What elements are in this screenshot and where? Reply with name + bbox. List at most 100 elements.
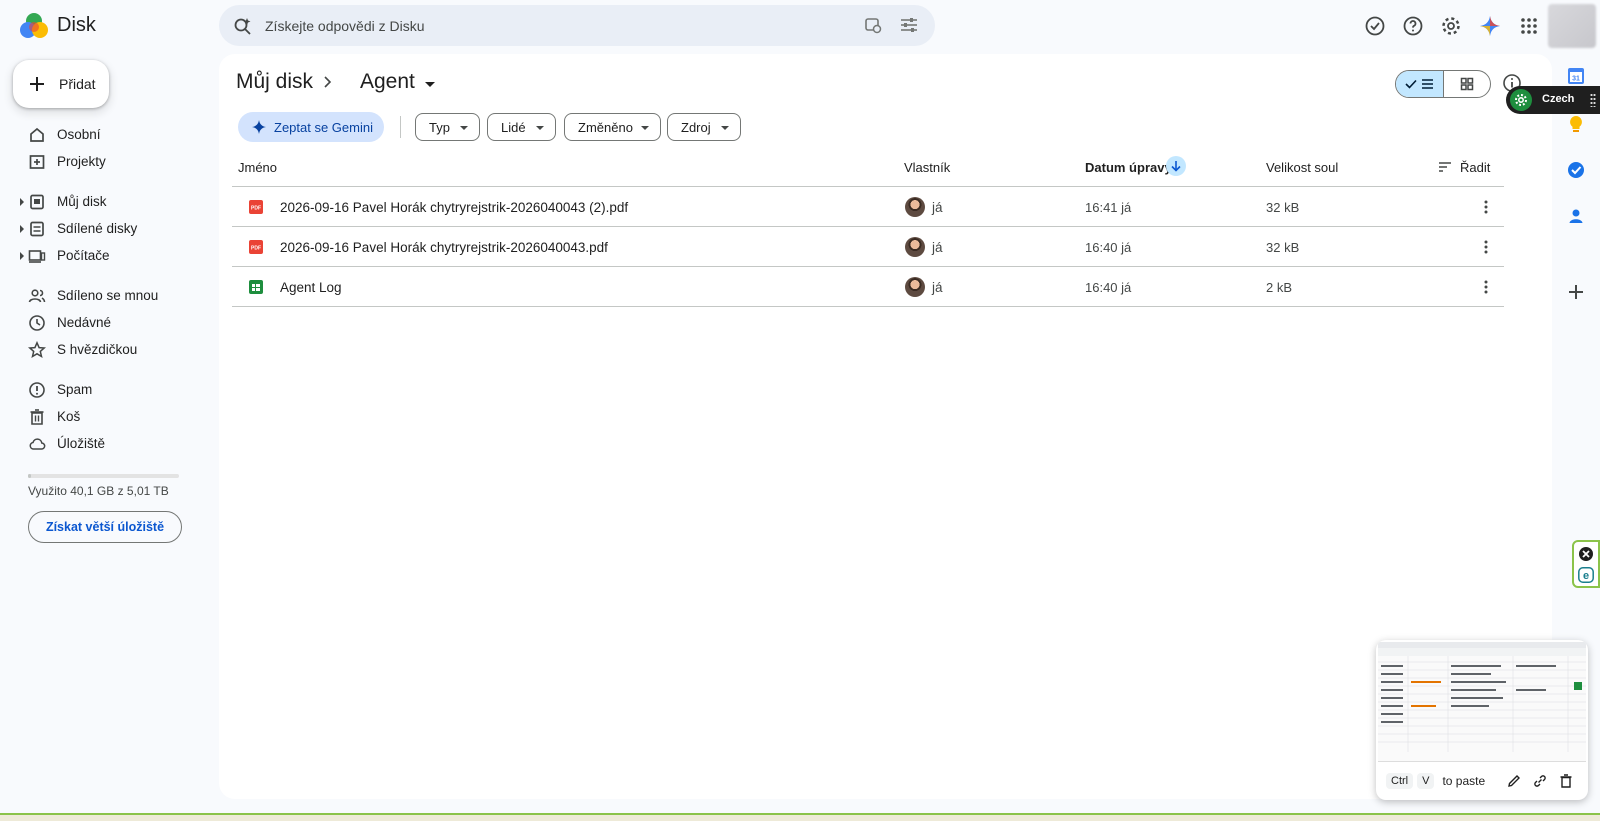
search-input[interactable]: [265, 5, 825, 46]
file-size: 32 kB: [1266, 200, 1300, 215]
column-header-name[interactable]: Jméno: [238, 160, 277, 175]
dropdown-arrow-icon: [641, 126, 649, 130]
keep-icon[interactable]: [1566, 114, 1586, 134]
close-circle-icon[interactable]: [1578, 546, 1594, 562]
contacts-icon[interactable]: [1566, 206, 1586, 226]
ask-gemini-button[interactable]: Zeptat se Gemini: [238, 112, 384, 142]
link-icon[interactable]: [1532, 773, 1548, 789]
sidebar-item-home[interactable]: Osobní: [0, 122, 215, 148]
modified-date: 16:40 já: [1085, 280, 1132, 295]
sidebar-item-recent[interactable]: Nedávné: [0, 310, 215, 336]
sidebar-item-shared-with-me[interactable]: Sdíleno se mnou: [0, 283, 215, 309]
more-vert-icon[interactable]: [1478, 239, 1494, 255]
sidebar-item-label: Osobní: [57, 127, 101, 142]
sidebar-item-trash[interactable]: Koš: [0, 404, 215, 430]
expand-caret-icon[interactable]: [20, 225, 24, 233]
grid-view-icon: [1460, 77, 1473, 91]
help-icon[interactable]: [1401, 14, 1425, 38]
grid-view-button[interactable]: [1444, 71, 1491, 97]
sort-descending-icon[interactable]: [1166, 156, 1186, 176]
add-app-plus-icon[interactable]: [1566, 282, 1586, 302]
filter-modified-chip[interactable]: Změněno: [564, 113, 661, 141]
sidebar-item-projects[interactable]: Projekty: [0, 149, 215, 175]
filter-source-chip[interactable]: Zdroj: [667, 113, 741, 141]
list-view-button[interactable]: [1396, 71, 1444, 97]
calendar-icon[interactable]: 31: [1566, 66, 1586, 86]
view-toggle: [1395, 70, 1491, 98]
modified-date: 16:40 já: [1085, 240, 1132, 255]
sidebar-item-label: Koš: [57, 409, 81, 424]
search-options-icon[interactable]: [863, 15, 883, 35]
translator-gear-icon: [1510, 89, 1532, 111]
offline-ready-icon[interactable]: [1363, 14, 1387, 38]
language-extension-badge[interactable]: Czech: [1506, 86, 1600, 114]
extension-e-icon[interactable]: e: [1578, 567, 1594, 583]
more-vert-icon[interactable]: [1478, 279, 1494, 295]
table-row[interactable]: PDF 2026-09-16 Pavel Horák chytryrejstri…: [232, 227, 1504, 267]
chevron-right-icon: [324, 76, 332, 88]
expand-caret-icon[interactable]: [20, 198, 24, 206]
breadcrumb-root[interactable]: Můj disk: [236, 70, 313, 94]
gemini-sparkle-icon[interactable]: [1478, 14, 1502, 38]
sidebar-item-label: Úložiště: [57, 436, 106, 451]
more-vert-icon[interactable]: [1478, 199, 1494, 215]
star-icon: [28, 341, 46, 359]
plus-icon: [30, 77, 44, 91]
expand-caret-icon[interactable]: [20, 252, 24, 260]
owner-avatar: [905, 277, 925, 297]
gemini-star-icon: [252, 120, 266, 134]
taskbar-strip: [0, 813, 1600, 821]
sort-lines-icon[interactable]: [1438, 161, 1452, 173]
calendar-day: 31: [1572, 76, 1580, 83]
drag-handle-icon[interactable]: [1590, 93, 1596, 107]
sidebar-item-shared-drives[interactable]: Sdílené disky: [0, 216, 215, 242]
sort-menu-button[interactable]: Řadit: [1460, 160, 1490, 175]
spam-icon: [29, 382, 45, 398]
sidebar-item-label: Nedávné: [57, 315, 112, 330]
filter-people-chip[interactable]: Lidé: [487, 113, 556, 141]
table-row[interactable]: Agent Log já 16:40 já 2 kB: [232, 267, 1504, 307]
table-row[interactable]: PDF 2026-09-16 Pavel Horák chytryrejstri…: [232, 187, 1504, 227]
account-avatar[interactable]: [1548, 4, 1596, 48]
edit-pencil-icon[interactable]: [1506, 773, 1522, 789]
get-more-storage-button[interactable]: Získat větší úložiště: [28, 511, 182, 543]
clipboard-popup[interactable]: Ctrl V to paste: [1376, 640, 1588, 800]
filter-type-chip[interactable]: Typ: [415, 113, 480, 141]
dropdown-arrow-icon: [721, 126, 729, 130]
search-filters-icon[interactable]: [899, 15, 919, 35]
toolbar-divider: [400, 116, 401, 138]
computers-icon: [28, 250, 46, 263]
clipboard-screenshot-thumbnail[interactable]: [1378, 642, 1586, 762]
search-spark-icon[interactable]: [233, 16, 253, 36]
clipboard-actions: Ctrl V to paste: [1376, 762, 1588, 800]
delete-trash-icon[interactable]: [1558, 773, 1574, 789]
app-brand[interactable]: Disk: [57, 14, 96, 37]
sidebar-item-label: Spam: [57, 382, 93, 397]
folder-menu-caret-icon[interactable]: [425, 82, 435, 87]
column-header-owner[interactable]: Vlastník: [904, 160, 950, 175]
sidebar-item-starred[interactable]: S hvězdičkou: [0, 337, 215, 363]
file-name: 2026-09-16 Pavel Horák chytryrejstrik-20…: [280, 240, 608, 255]
settings-gear-icon[interactable]: [1439, 14, 1463, 38]
sidebar-item-label: Sdíleno se mnou: [57, 288, 159, 303]
trash-icon: [30, 409, 44, 425]
breadcrumb-current[interactable]: Agent: [360, 70, 415, 94]
sidebar-item-label: S hvězdičkou: [57, 342, 138, 357]
owner-avatar: [905, 197, 925, 217]
column-header-modified[interactable]: Datum úpravy: [1085, 160, 1172, 175]
people-icon: [28, 289, 46, 303]
sidebar-item-my-drive[interactable]: Můj disk: [0, 189, 215, 215]
pdf-file-icon: PDF: [249, 240, 263, 254]
drive-logo-icon[interactable]: [18, 10, 50, 42]
sidebar-item-storage[interactable]: Úložiště: [0, 431, 215, 457]
sidebar-item-spam[interactable]: Spam: [0, 377, 215, 403]
column-header-size[interactable]: Velikost soul: [1266, 160, 1338, 175]
search-bar[interactable]: [219, 5, 935, 46]
file-size: 2 kB: [1266, 280, 1293, 295]
new-button[interactable]: Přidat: [13, 60, 109, 108]
sidebar-item-computers[interactable]: Počítače: [0, 243, 215, 269]
new-button-label: Přidat: [59, 76, 96, 92]
tasks-icon[interactable]: [1566, 160, 1586, 180]
sidebar-item-label: Sdílené disky: [57, 221, 138, 236]
apps-grid-icon[interactable]: [1517, 14, 1541, 38]
